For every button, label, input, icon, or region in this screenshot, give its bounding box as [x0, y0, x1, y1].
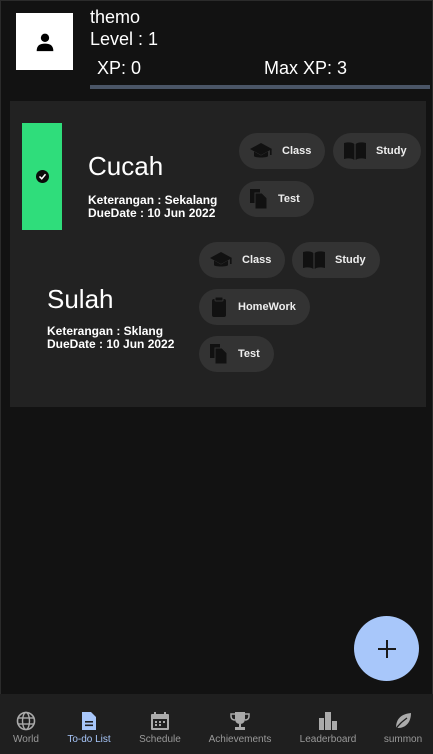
task-title: Sulah: [47, 284, 114, 314]
check-circle-icon: [35, 170, 49, 183]
nav-item-schedule[interactable]: Schedule: [132, 694, 188, 754]
nav-item-todo-list[interactable]: To-do List: [62, 694, 116, 754]
book-icon: [303, 251, 325, 269]
leaf-icon: [394, 713, 411, 731]
nav-item-world[interactable]: World: [0, 694, 52, 754]
task-meta: Keterangan : Sekalang DueDate : 10 Jun 2…: [88, 194, 217, 220]
task-meta: Keterangan : Sklang DueDate : 10 Jun 202…: [47, 325, 174, 351]
file-copy-icon: [210, 344, 228, 365]
school-icon: [250, 143, 272, 158]
tag-chip-test[interactable]: Test: [239, 181, 314, 217]
trophy-icon: [230, 712, 250, 730]
add-task-button[interactable]: [354, 616, 419, 681]
tag-chip-class[interactable]: Class: [239, 133, 326, 169]
person-icon: [36, 33, 53, 51]
nav-label: World: [13, 734, 39, 745]
leaderboard-icon: [319, 712, 337, 730]
tag-label: Study: [335, 254, 366, 266]
tag-label: Test: [278, 193, 300, 205]
globe-icon: [16, 711, 36, 731]
level-label: Level : 1: [90, 29, 159, 49]
task-title: Cucah: [88, 151, 164, 181]
xp-progress-bar: [90, 85, 430, 89]
tag-chip-test[interactable]: Test: [199, 336, 274, 372]
nav-label: Leaderboard: [299, 734, 357, 745]
tag-label: Test: [238, 348, 260, 360]
username: themo: [90, 7, 141, 27]
calendar-icon: [151, 712, 169, 730]
nav-item-summon[interactable]: summon: [380, 694, 426, 754]
nav-item-leaderboard[interactable]: Leaderboard: [295, 694, 361, 754]
document-icon: [82, 712, 96, 730]
task-due-date: DueDate : 10 Jun 2022: [47, 337, 175, 351]
nav-label: summon: [383, 734, 423, 745]
file-copy-icon: [250, 189, 268, 210]
task-due-date: DueDate : 10 Jun 2022: [88, 206, 216, 220]
xp-label: XP: 0: [97, 58, 142, 78]
clipboard-icon: [212, 296, 226, 317]
tag-chip-study[interactable]: Study: [333, 133, 421, 169]
school-icon: [210, 252, 232, 267]
tag-label: Study: [376, 145, 407, 157]
max-xp-label: Max XP: 3: [264, 58, 348, 78]
bottom-navigation: World To-do List Schedule Achievements L…: [0, 694, 433, 754]
nav-label: Schedule: [139, 734, 181, 745]
book-icon: [344, 142, 366, 160]
tag-chip-homework[interactable]: HomeWork: [199, 289, 310, 325]
tag-label: Class: [282, 145, 312, 157]
tag-label: HomeWork: [238, 301, 296, 313]
plus-icon: [377, 639, 396, 658]
nav-item-achievements[interactable]: Achievements: [203, 694, 277, 754]
task-complete-toggle[interactable]: [22, 123, 62, 230]
tag-label: Class: [242, 254, 272, 266]
avatar[interactable]: [16, 13, 73, 70]
nav-label: Achievements: [208, 734, 272, 745]
tag-chip-class[interactable]: Class: [199, 242, 286, 278]
nav-label: To-do List: [67, 734, 111, 745]
tag-chip-study[interactable]: Study: [292, 242, 380, 278]
